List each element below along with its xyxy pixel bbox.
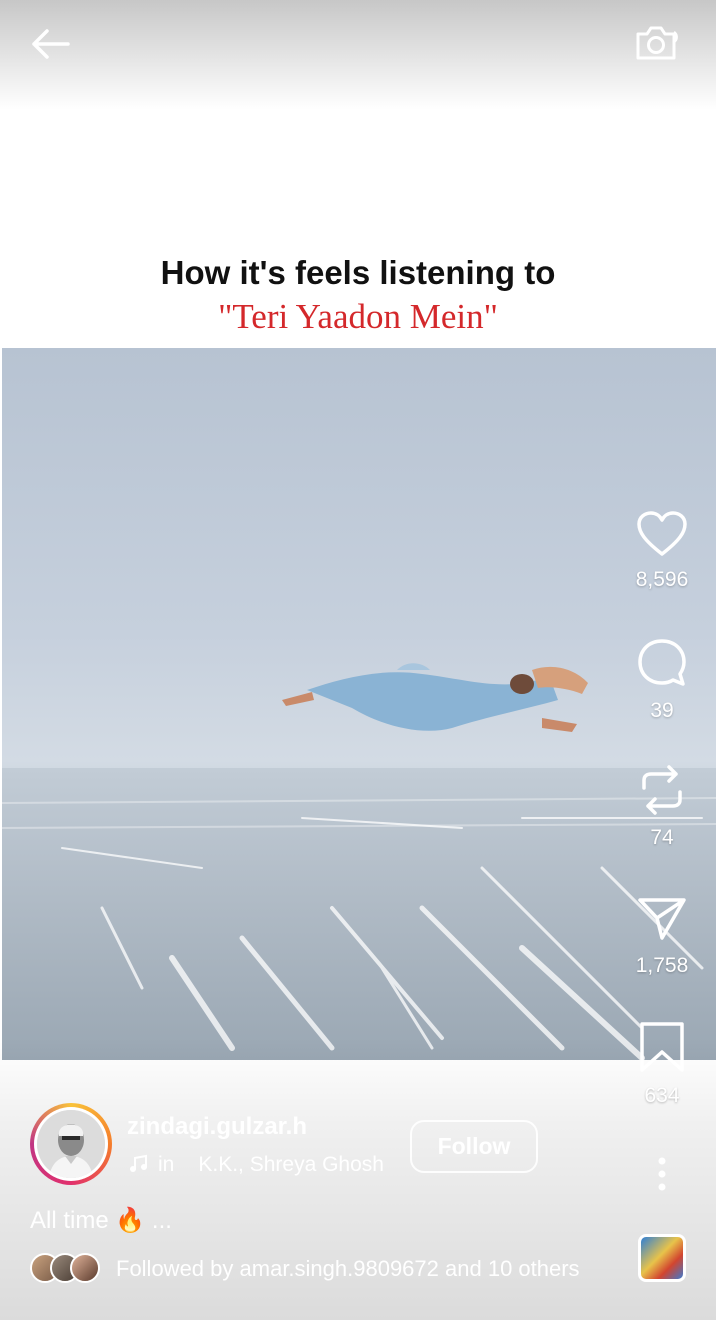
reel-video[interactable]	[2, 348, 716, 1060]
music-note-icon	[130, 1154, 147, 1172]
like-count: 8,596	[635, 568, 689, 591]
followed-by-prefix: Followed by	[116, 1256, 234, 1281]
more-vertical-icon	[658, 1157, 666, 1191]
share-count: 1,758	[635, 954, 689, 977]
followed-by-text: Followed by amar.singh.9809672 and 10 ot…	[116, 1256, 580, 1282]
like-button[interactable]: 8,596	[620, 510, 704, 592]
follow-button[interactable]: Follow	[410, 1120, 538, 1173]
save-button[interactable]: 634	[620, 1020, 704, 1108]
send-icon	[638, 898, 686, 940]
post-description[interactable]: All time 🔥 ...	[30, 1206, 172, 1235]
repost-count: 74	[650, 826, 674, 849]
arrow-left-icon	[32, 29, 70, 59]
caption-song-title: "Teri Yaadon Mein"	[218, 297, 498, 336]
repost-button[interactable]: 74	[620, 764, 704, 850]
comment-button[interactable]: 39	[620, 637, 704, 723]
save-count: 634	[644, 1084, 680, 1107]
flying-figure	[282, 663, 588, 732]
music-prefix: in	[158, 1153, 175, 1176]
repost-icon	[642, 765, 682, 815]
audio-thumbnail[interactable]	[638, 1234, 686, 1282]
comment-bubble-icon	[638, 639, 686, 686]
avatar-photo	[37, 1110, 105, 1178]
follower-avatar	[70, 1253, 100, 1283]
top-gradient	[0, 0, 716, 110]
more-options-button[interactable]	[654, 1156, 670, 1192]
author-username[interactable]: zindagi.gulzar.h	[127, 1113, 307, 1141]
author-avatar[interactable]	[30, 1103, 112, 1185]
back-button[interactable]	[24, 18, 76, 70]
avatar-border	[34, 1107, 108, 1181]
bookmark-icon	[640, 1022, 684, 1072]
comment-count: 39	[650, 699, 674, 722]
camera-icon	[636, 26, 678, 60]
music-info[interactable]: in K.K., Shreya Ghosh	[128, 1153, 384, 1177]
camera-button[interactable]	[630, 18, 682, 70]
followed-by-suffix: and 10 others	[445, 1256, 580, 1281]
video-frame	[2, 663, 716, 1060]
followed-by-user[interactable]: amar.singh.9809672	[240, 1256, 439, 1281]
share-button[interactable]: 1,758	[620, 892, 704, 978]
music-artists: K.K., Shreya Ghosh	[198, 1153, 384, 1176]
heart-icon	[637, 511, 687, 556]
caption-title: How it's feels listening to	[160, 254, 556, 291]
